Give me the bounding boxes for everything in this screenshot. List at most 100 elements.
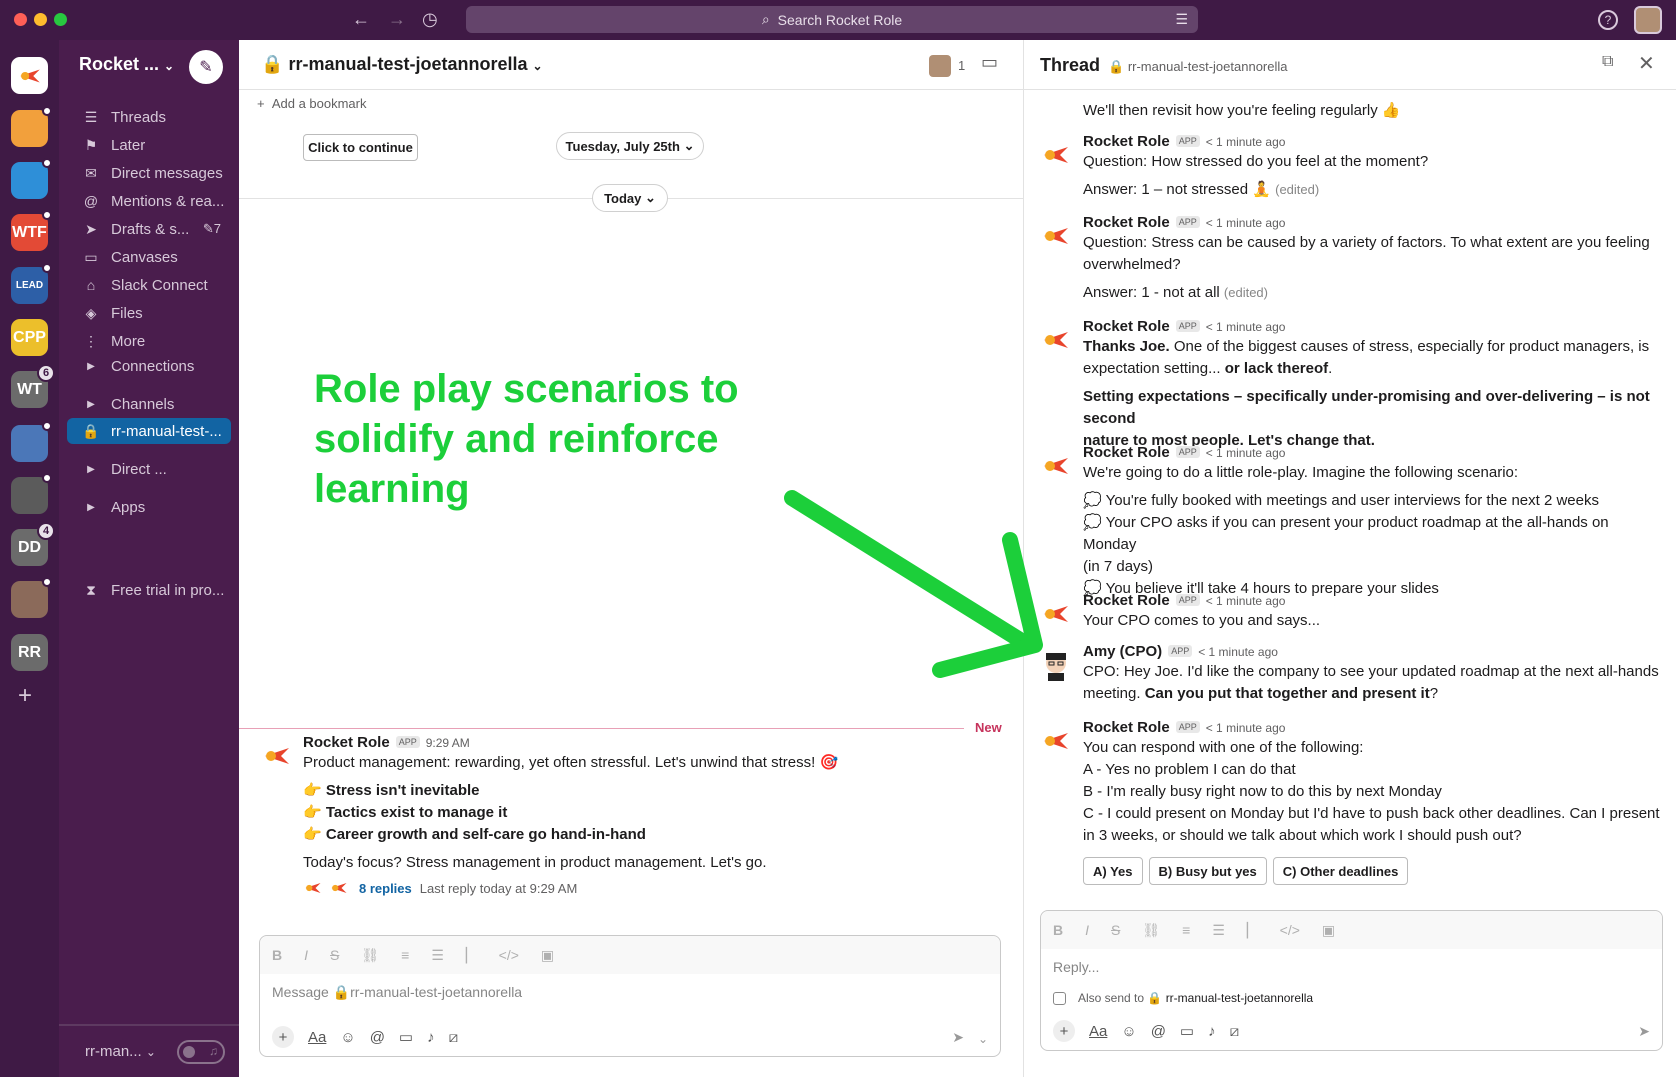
italic-icon[interactable]: I (304, 947, 308, 963)
format-text-icon[interactable]: Aa (308, 1029, 326, 1046)
microphone-icon[interactable]: ♪ (1208, 1023, 1216, 1040)
chevron-down-icon[interactable]: ⌄ (978, 1032, 988, 1046)
help-icon[interactable]: ? (1598, 10, 1618, 30)
send-icon[interactable]: ➤ (952, 1029, 964, 1046)
composer-placeholder[interactable]: Message 🔒rr-manual-test-joetannorella (272, 984, 522, 1001)
back-arrow-icon[interactable]: ← (352, 8, 370, 30)
plus-icon[interactable]: + (1053, 1020, 1075, 1042)
sidebar-item-threads[interactable]: ☰ Threads (67, 104, 231, 130)
sidebar-item-mentions-rea[interactable]: @ Mentions & rea... (67, 188, 231, 214)
message-time[interactable]: < 1 minute ago (1206, 721, 1286, 735)
sidebar-section[interactable]: ▶ Direct ... (67, 456, 231, 482)
message-time[interactable]: < 1 minute ago (1206, 135, 1286, 149)
bold-icon[interactable]: B (1053, 922, 1063, 938)
workspace-icon[interactable] (11, 106, 52, 147)
workspace-icon[interactable]: WT 6 (11, 364, 55, 408)
message-time[interactable]: < 1 minute ago (1198, 645, 1278, 659)
zoom-window-button[interactable] (54, 13, 67, 26)
thread-channel-label[interactable]: 🔒 rr-manual-test-joetannorella (1108, 59, 1288, 75)
message-author[interactable]: Rocket Role (303, 734, 390, 751)
rocket-role-avatar[interactable] (1040, 324, 1072, 361)
message-time[interactable]: < 1 minute ago (1206, 594, 1286, 608)
sidebar-item-files[interactable]: ◈ Files (67, 300, 231, 326)
sidebar-section[interactable]: ▶ Channels (67, 391, 231, 417)
reply-composer[interactable]: B I S ⛓ ≡ ☰ ▏ </> ▣ Reply... Also send to 🔒 rr-m… (1040, 910, 1663, 1051)
rocket-role-avatar[interactable] (1040, 725, 1072, 762)
sidebar-section[interactable]: ▶ Connections (67, 353, 231, 379)
plus-icon[interactable]: + (272, 1026, 294, 1048)
workspace-name[interactable]: Rocket ... ⌄ (79, 54, 174, 75)
date-divider-pill[interactable]: Tuesday, July 25th ⌄ (556, 132, 704, 160)
code-block-icon[interactable]: ▣ (541, 947, 554, 964)
compose-button[interactable]: ✎ (189, 50, 223, 84)
bullet-list-icon[interactable]: ☰ (1212, 922, 1225, 939)
workspace-icon[interactable] (11, 473, 52, 514)
history-icon[interactable]: ◷ (422, 8, 438, 30)
code-icon[interactable]: </> (1280, 922, 1300, 938)
link-icon[interactable]: ⛓ (1142, 922, 1160, 939)
mention-icon[interactable]: @ (370, 1029, 385, 1046)
workspace-icon[interactable] (11, 57, 48, 94)
canvas-icon[interactable]: ▭ (981, 52, 998, 73)
workspace-icon[interactable] (11, 158, 52, 199)
forward-arrow-icon[interactable]: → (388, 8, 406, 30)
strikethrough-icon[interactable]: S (330, 947, 339, 963)
user-avatar[interactable] (1634, 6, 1662, 34)
sidebar-footer[interactable]: rr-man... ⌄ ♫ (59, 1024, 239, 1077)
message-composer[interactable]: B I S ⛓ ≡ ☰ ▏ </> ▣ Message 🔒rr-manual-test-joet… (259, 935, 1001, 1057)
message-author[interactable]: Amy (CPO) (1083, 643, 1162, 660)
sidebar-section[interactable]: ▶ Apps (67, 494, 231, 520)
link-icon[interactable]: ⛓ (361, 947, 379, 964)
sidebar-channel-active[interactable]: 🔒 rr-manual-test-... (67, 418, 231, 444)
workspace-icon[interactable]: DD 4 (11, 522, 55, 566)
today-divider-pill[interactable]: Today ⌄ (592, 184, 668, 212)
code-icon[interactable]: </> (499, 947, 519, 963)
workspace-icon[interactable]: CPP (11, 319, 48, 356)
emoji-icon[interactable]: ☺ (1121, 1023, 1136, 1040)
slash-command-icon[interactable]: ⧄ (449, 1029, 459, 1046)
workspace-icon[interactable]: LEAD (11, 263, 52, 304)
numbered-list-icon[interactable]: ≡ (1182, 922, 1190, 938)
bold-icon[interactable]: B (272, 947, 282, 963)
close-icon[interactable]: ✕ (1638, 51, 1655, 76)
message-author[interactable]: Rocket Role (1083, 214, 1170, 231)
sidebar-item-canvases[interactable]: ▭ Canvases (67, 244, 231, 270)
add-bookmark-button[interactable]: + Add a bookmark (257, 96, 367, 111)
choice-button[interactable]: C) Other deadlines (1272, 857, 1409, 885)
message-author[interactable]: Rocket Role (1083, 318, 1170, 335)
rocket-role-avatar[interactable] (1040, 220, 1072, 257)
rocket-role-avatar[interactable] (1040, 139, 1072, 176)
member-count[interactable]: 1 (958, 58, 965, 73)
send-icon[interactable]: ➤ (1638, 1023, 1650, 1040)
video-icon[interactable]: ▭ (399, 1028, 413, 1046)
message-author[interactable]: Rocket Role (1083, 133, 1170, 150)
close-window-button[interactable] (14, 13, 27, 26)
numbered-list-icon[interactable]: ≡ (401, 947, 409, 963)
channel-title[interactable]: 🔒 rr-manual-test-joetannorella ⌄ (261, 54, 543, 75)
member-avatar[interactable] (929, 55, 951, 77)
search-bar[interactable]: ⌕ Search Rocket Role ☰ (466, 6, 1198, 33)
quote-icon[interactable]: ▏ (466, 947, 477, 964)
workspace-icon[interactable] (11, 421, 52, 462)
code-block-icon[interactable]: ▣ (1322, 922, 1335, 939)
workspace-icon[interactable] (11, 577, 52, 618)
format-text-icon[interactable]: Aa (1089, 1023, 1107, 1040)
reply-placeholder[interactable]: Reply... (1053, 959, 1099, 975)
free-trial-item[interactable]: ⧗ Free trial in pro... (67, 577, 231, 603)
bullet-list-icon[interactable]: ☰ (431, 947, 444, 964)
click-to-continue-button[interactable]: Click to continue (303, 134, 418, 161)
emoji-icon[interactable]: ☺ (340, 1029, 355, 1046)
message-author[interactable]: Rocket Role (1083, 592, 1170, 609)
replies-link[interactable]: 8 replies (359, 881, 412, 896)
strikethrough-icon[interactable]: S (1111, 922, 1120, 938)
microphone-icon[interactable]: ♪ (427, 1029, 435, 1046)
message-time[interactable]: 9:29 AM (426, 736, 470, 750)
workspace-icon[interactable]: WTF (11, 210, 52, 251)
add-workspace-button[interactable]: + (18, 682, 32, 710)
choice-button[interactable]: B) Busy but yes (1148, 857, 1267, 885)
message-time[interactable]: < 1 minute ago (1206, 216, 1286, 230)
also-send-checkbox[interactable] (1053, 991, 1066, 1005)
minimize-window-button[interactable] (34, 13, 47, 26)
sidebar-item-more[interactable]: ⋮ More (67, 328, 231, 354)
slash-command-icon[interactable]: ⧄ (1230, 1023, 1240, 1040)
